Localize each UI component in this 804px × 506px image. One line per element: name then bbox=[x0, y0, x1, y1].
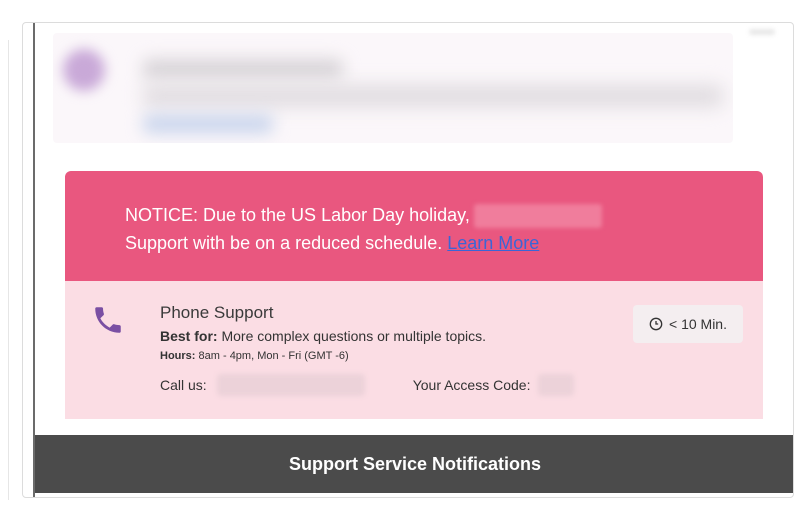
holiday-notice: NOTICE: Due to the US Labor Day holiday,… bbox=[65, 171, 763, 281]
phone-icon bbox=[95, 307, 121, 333]
hours-line: Hours: 8am - 4pm, Mon - Fri (GMT -6) bbox=[160, 350, 349, 362]
redacted-text bbox=[143, 85, 723, 107]
page-divider bbox=[8, 40, 9, 500]
clock-icon bbox=[649, 317, 663, 331]
phone-support-card: Phone Support Best for: More complex que… bbox=[65, 281, 763, 419]
blurred-header bbox=[53, 33, 733, 143]
redacted-mark bbox=[749, 29, 775, 35]
redacted-text bbox=[473, 204, 602, 229]
footer-title: Support Service Notifications bbox=[288, 453, 542, 474]
access-code-label: Your Access Code: bbox=[412, 377, 531, 393]
redacted-text bbox=[143, 59, 343, 79]
screenshot-frame: NOTICE: Due to the US Labor Day holiday,… bbox=[22, 22, 794, 498]
hours-label: Hours: bbox=[160, 350, 196, 362]
phone-support-title: Phone Support bbox=[160, 303, 274, 322]
wait-time-badge: < 10 Min. bbox=[633, 305, 743, 343]
call-label: Call us: bbox=[160, 377, 207, 393]
redacted-access-code bbox=[538, 374, 575, 396]
support-notifications-bar: Support Service Notifications bbox=[35, 435, 793, 493]
wait-time-text: < 10 Min. bbox=[669, 316, 727, 332]
call-row: Call us: Your Access Code: bbox=[160, 374, 575, 396]
redacted-phone-number bbox=[216, 374, 365, 396]
best-for-label: Best for: bbox=[160, 328, 218, 344]
notice-text-line1: NOTICE: Due to the US Labor Day holiday, bbox=[125, 205, 470, 225]
avatar bbox=[63, 49, 105, 91]
best-for-text: More complex questions or multiple topic… bbox=[221, 328, 487, 344]
notice-text-line2: Support with be on a reduced schedule. bbox=[125, 233, 443, 253]
redacted-link bbox=[143, 115, 273, 133]
hours-text: 8am - 4pm, Mon - Fri (GMT -6) bbox=[198, 350, 349, 362]
left-divider bbox=[33, 23, 35, 497]
learn-more-link[interactable]: Learn More bbox=[447, 233, 539, 253]
best-for-line: Best for: More complex questions or mult… bbox=[160, 328, 486, 344]
